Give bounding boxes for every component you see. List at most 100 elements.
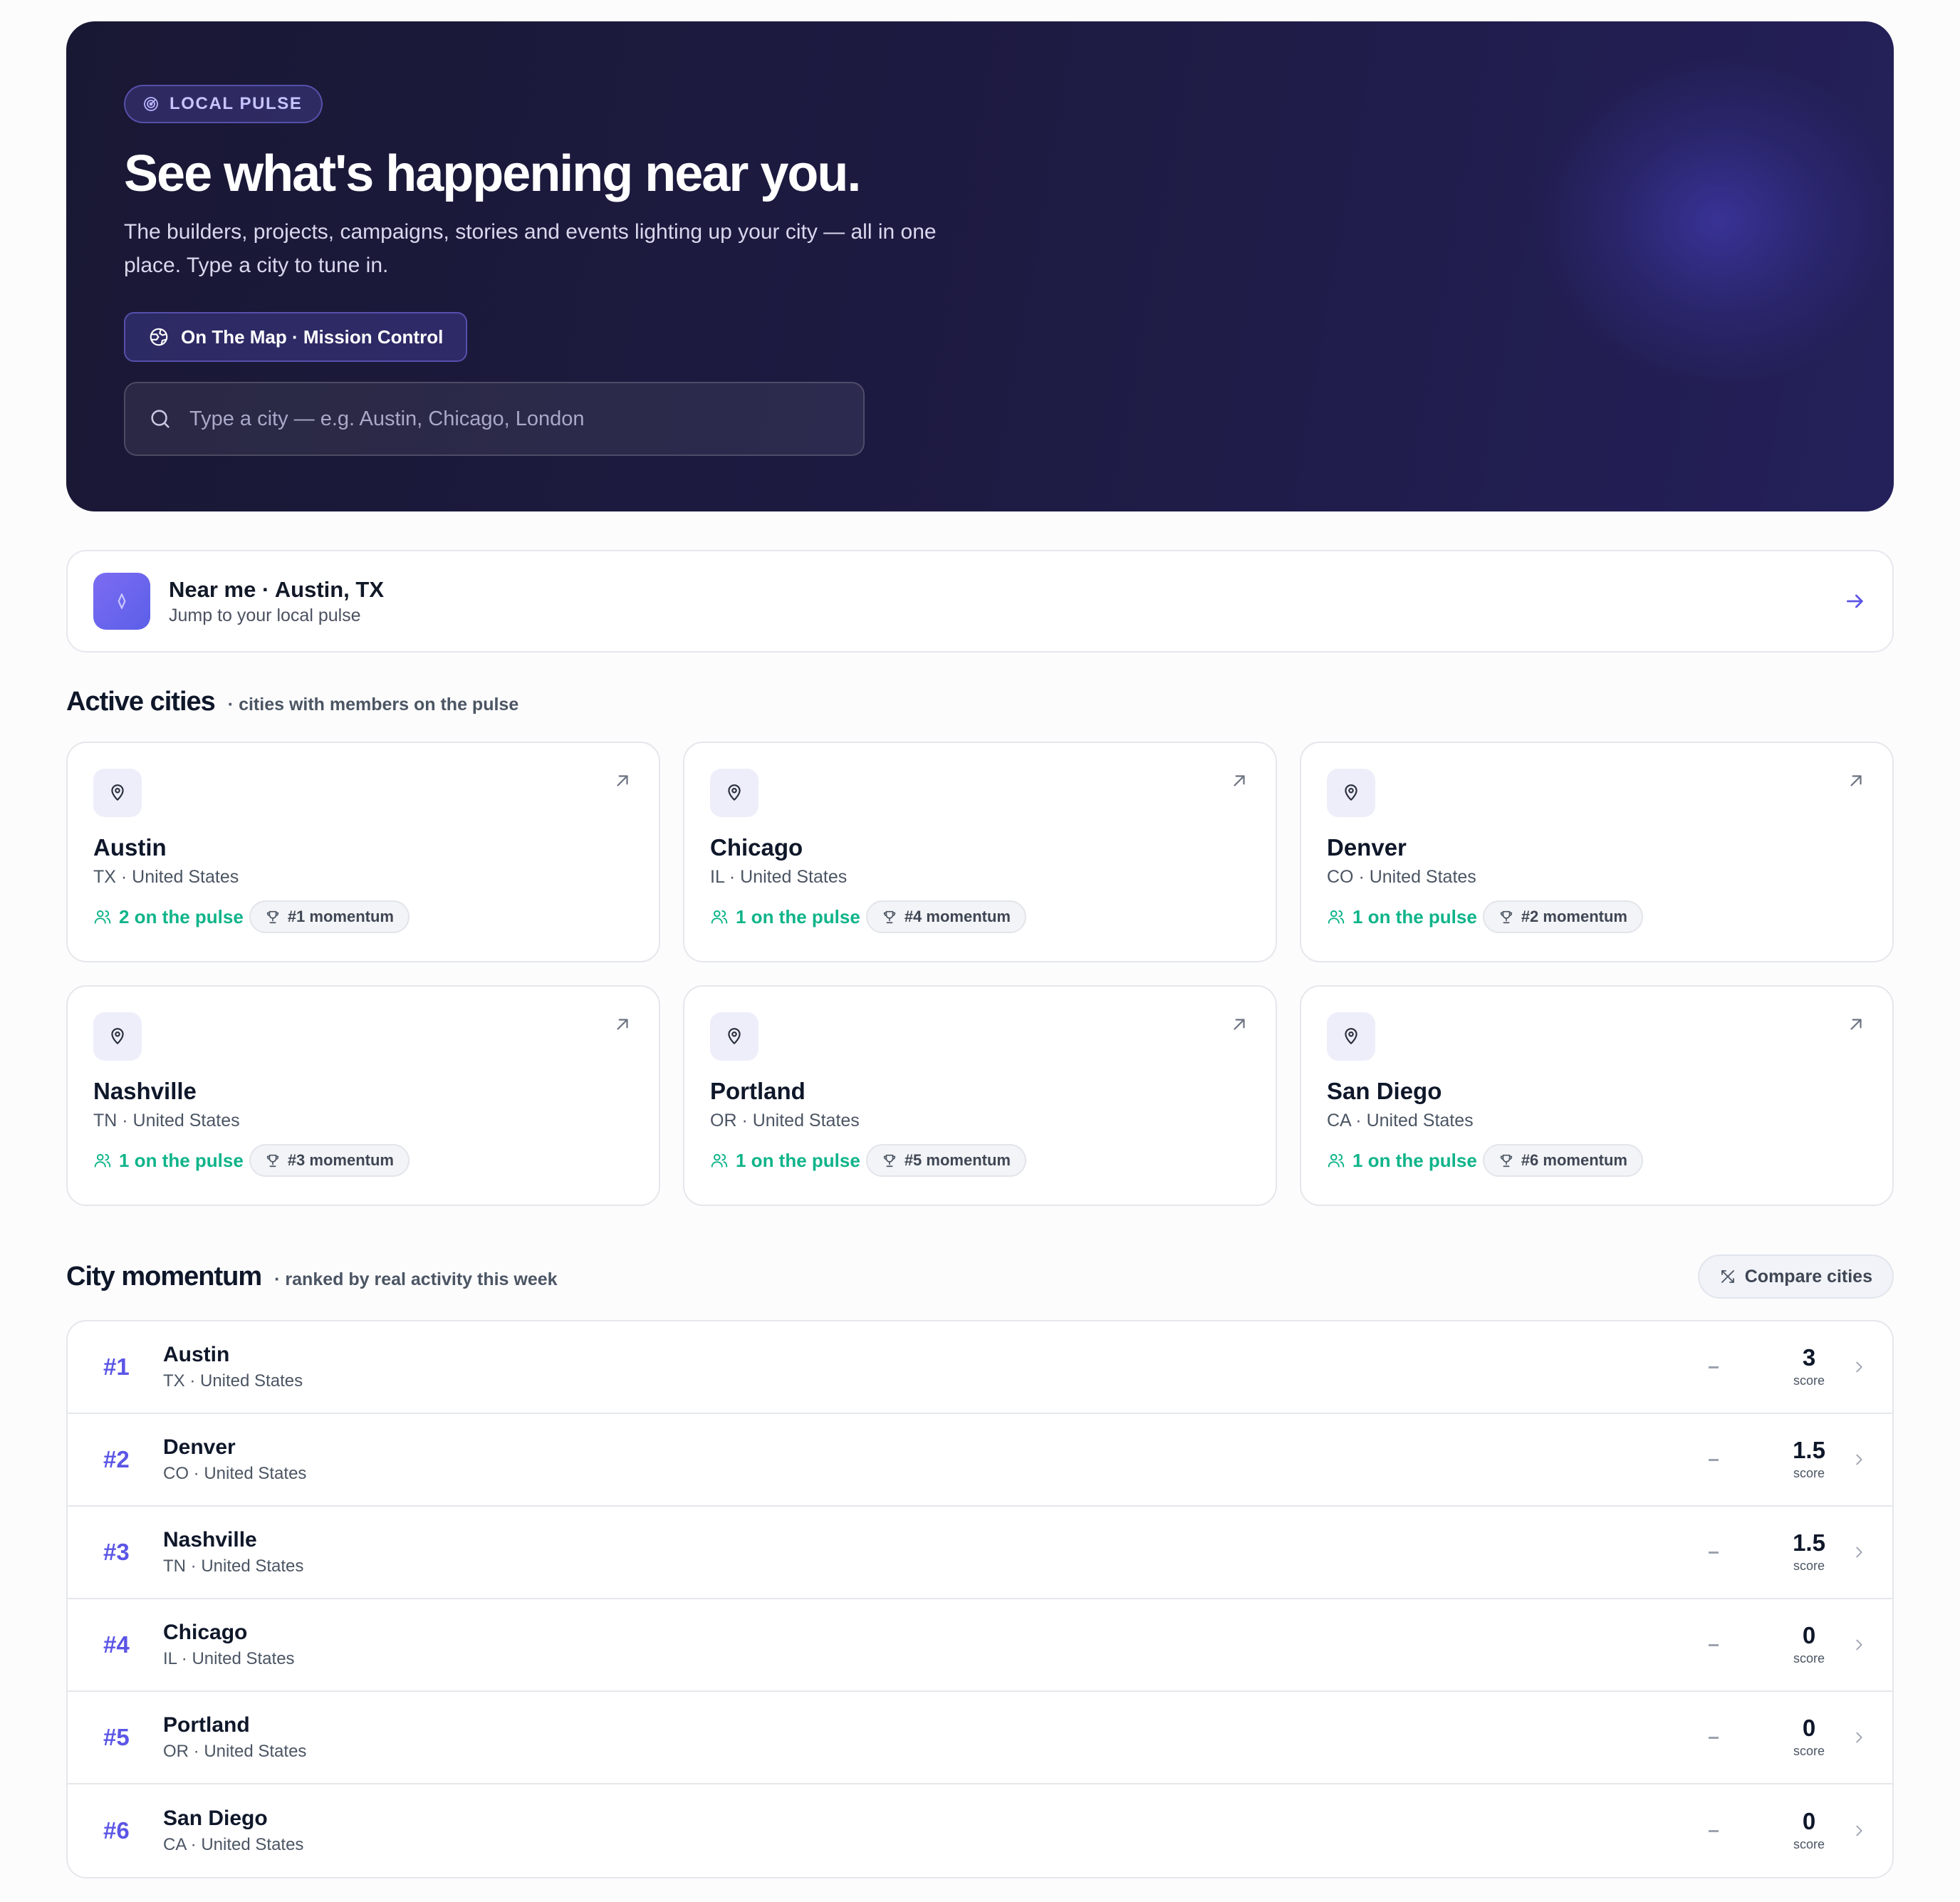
city-name: Chicago bbox=[710, 834, 803, 861]
momentum-label: #2 momentum bbox=[1521, 908, 1627, 925]
momentum-badge: #4 momentum bbox=[865, 900, 1026, 933]
trophy-icon bbox=[1500, 910, 1512, 924]
momentum-row[interactable]: #4 Chicago IL · United States 0 score bbox=[68, 1599, 1892, 1692]
trend-dash bbox=[1709, 1829, 1719, 1832]
chevron-right-icon bbox=[1856, 1825, 1862, 1836]
mission-control-button[interactable]: On The Map · Mission Control bbox=[124, 312, 468, 363]
rank-number: #4 bbox=[103, 1631, 130, 1658]
row-city-location: IL · United States bbox=[163, 1649, 295, 1668]
momentum-table: #1 Austin TX · United States 3 score #2 … bbox=[66, 1320, 1894, 1878]
arrow-up-right-icon bbox=[617, 1019, 628, 1030]
score-block: 1.5 score bbox=[1783, 1438, 1835, 1481]
city-name: San Diego bbox=[1327, 1078, 1442, 1104]
pulse-count: 1 on the pulse bbox=[1327, 1150, 1477, 1172]
chevron-right-icon bbox=[1856, 1547, 1862, 1558]
city-location: IL · United States bbox=[710, 867, 848, 887]
active-cities-subtitle: · cities with members on the pulse bbox=[227, 695, 519, 714]
badge-label: LOCAL PULSE bbox=[170, 94, 303, 113]
momentum-badge: #5 momentum bbox=[865, 1144, 1026, 1177]
momentum-label: #4 momentum bbox=[904, 908, 1011, 925]
arrow-right-icon[interactable] bbox=[1844, 590, 1867, 613]
mission-control-label: On The Map · Mission Control bbox=[181, 326, 444, 348]
rank-number: #6 bbox=[103, 1817, 130, 1844]
users-icon bbox=[1328, 910, 1345, 924]
momentum-row[interactable]: #6 San Diego CA · United States 0 score bbox=[68, 1784, 1892, 1877]
city-card[interactable]: Nashville TN · United States 1 on the pu… bbox=[66, 985, 660, 1206]
city-card[interactable]: Chicago IL · United States 1 on the puls… bbox=[683, 742, 1277, 962]
trend-dash bbox=[1709, 1736, 1719, 1739]
arrow-up-right-icon bbox=[617, 775, 628, 786]
pulse-label: 1 on the pulse bbox=[736, 1149, 860, 1171]
card-pin-box bbox=[710, 769, 759, 817]
pulse-count: 1 on the pulse bbox=[1327, 906, 1477, 928]
score-block: 0 score bbox=[1783, 1716, 1835, 1759]
pulse-label: 1 on the pulse bbox=[736, 905, 860, 927]
local-pulse-badge: LOCAL PULSE bbox=[124, 85, 323, 123]
row-city-name: San Diego bbox=[163, 1807, 268, 1830]
page: LOCAL PULSE See what's happening near yo… bbox=[66, 21, 1894, 1878]
pulse-count: 2 on the pulse bbox=[93, 906, 244, 928]
users-icon bbox=[94, 1153, 111, 1168]
city-name: Portland bbox=[710, 1078, 806, 1104]
score-value: 0 bbox=[1802, 1715, 1816, 1741]
momentum-badge: #1 momentum bbox=[249, 900, 410, 933]
city-location: TX · United States bbox=[93, 867, 239, 887]
row-city-location: CO · United States bbox=[163, 1464, 307, 1483]
score-value: 1.5 bbox=[1793, 1529, 1825, 1556]
momentum-row[interactable]: #1 Austin TX · United States 3 score bbox=[68, 1321, 1892, 1414]
city-search-input[interactable] bbox=[189, 407, 830, 431]
compare-cities-button[interactable]: Compare cities bbox=[1697, 1254, 1894, 1299]
city-card[interactable]: Denver CO · United States 1 on the pulse… bbox=[1300, 742, 1894, 962]
pulse-count: 1 on the pulse bbox=[710, 1150, 860, 1172]
trend-dash bbox=[1709, 1551, 1719, 1554]
momentum-label: #6 momentum bbox=[1521, 1151, 1627, 1169]
row-city-name: Austin bbox=[163, 1343, 230, 1366]
row-city-name: Portland bbox=[163, 1713, 250, 1737]
city-search-box[interactable] bbox=[124, 382, 865, 457]
city-card[interactable]: Austin TX · United States 2 on the pulse… bbox=[66, 742, 660, 962]
momentum-row[interactable]: #2 Denver CO · United States 1.5 score bbox=[68, 1414, 1892, 1507]
trend-dash bbox=[1709, 1366, 1719, 1368]
score-block: 3 score bbox=[1783, 1346, 1835, 1388]
map-pin-icon bbox=[1345, 784, 1357, 801]
arrow-up-right-icon bbox=[1850, 775, 1862, 786]
rank-number: #2 bbox=[103, 1446, 130, 1472]
trophy-icon bbox=[266, 910, 278, 924]
city-card[interactable]: San Diego CA · United States 1 on the pu… bbox=[1300, 985, 1894, 1206]
users-icon bbox=[711, 910, 728, 924]
pulse-label: 1 on the pulse bbox=[1352, 1149, 1477, 1171]
city-card[interactable]: Portland OR · United States 1 on the pul… bbox=[683, 985, 1277, 1206]
momentum-label: #3 momentum bbox=[287, 1151, 394, 1169]
score-label: score bbox=[1793, 1559, 1825, 1573]
chevron-right-icon bbox=[1856, 1639, 1862, 1651]
city-location: CO · United States bbox=[1327, 867, 1476, 887]
momentum-row[interactable]: #5 Portland OR · United States 0 score bbox=[68, 1692, 1892, 1784]
momentum-label: #1 momentum bbox=[287, 908, 394, 925]
users-icon bbox=[94, 910, 111, 924]
momentum-row[interactable]: #3 Nashville TN · United States 1.5 scor… bbox=[68, 1507, 1892, 1599]
near-me-subtitle: Jump to your local pulse bbox=[169, 605, 361, 625]
active-cities-header: Active cities · cities with members on t… bbox=[66, 687, 1894, 717]
city-name: Austin bbox=[93, 834, 167, 861]
pulse-count: 1 on the pulse bbox=[710, 906, 860, 928]
score-value: 0 bbox=[1802, 1622, 1816, 1648]
arrow-up-right-icon bbox=[1850, 1019, 1862, 1030]
compare-cities-label: Compare cities bbox=[1744, 1266, 1872, 1287]
pulse-label: 1 on the pulse bbox=[1352, 905, 1477, 927]
row-city-name: Denver bbox=[163, 1435, 236, 1459]
card-pin-box bbox=[93, 1012, 142, 1061]
city-location: OR · United States bbox=[710, 1111, 860, 1131]
near-me-card[interactable]: Near me · Austin, TX Jump to your local … bbox=[66, 550, 1894, 653]
score-label: score bbox=[1793, 1651, 1825, 1665]
chevron-right-icon bbox=[1856, 1454, 1862, 1465]
near-me-title: Near me · Austin, TX bbox=[169, 576, 385, 602]
row-city-location: TX · United States bbox=[163, 1371, 303, 1391]
map-pin-icon bbox=[728, 1028, 741, 1044]
row-city-location: CA · United States bbox=[163, 1835, 304, 1854]
momentum-badge: #2 momentum bbox=[1482, 900, 1643, 933]
swap-icon bbox=[1721, 1270, 1734, 1283]
city-location: TN · United States bbox=[93, 1111, 240, 1131]
score-value: 1.5 bbox=[1793, 1437, 1825, 1463]
city-card-grid: Austin TX · United States 2 on the pulse… bbox=[66, 742, 1894, 1206]
city-name: Denver bbox=[1327, 834, 1407, 861]
